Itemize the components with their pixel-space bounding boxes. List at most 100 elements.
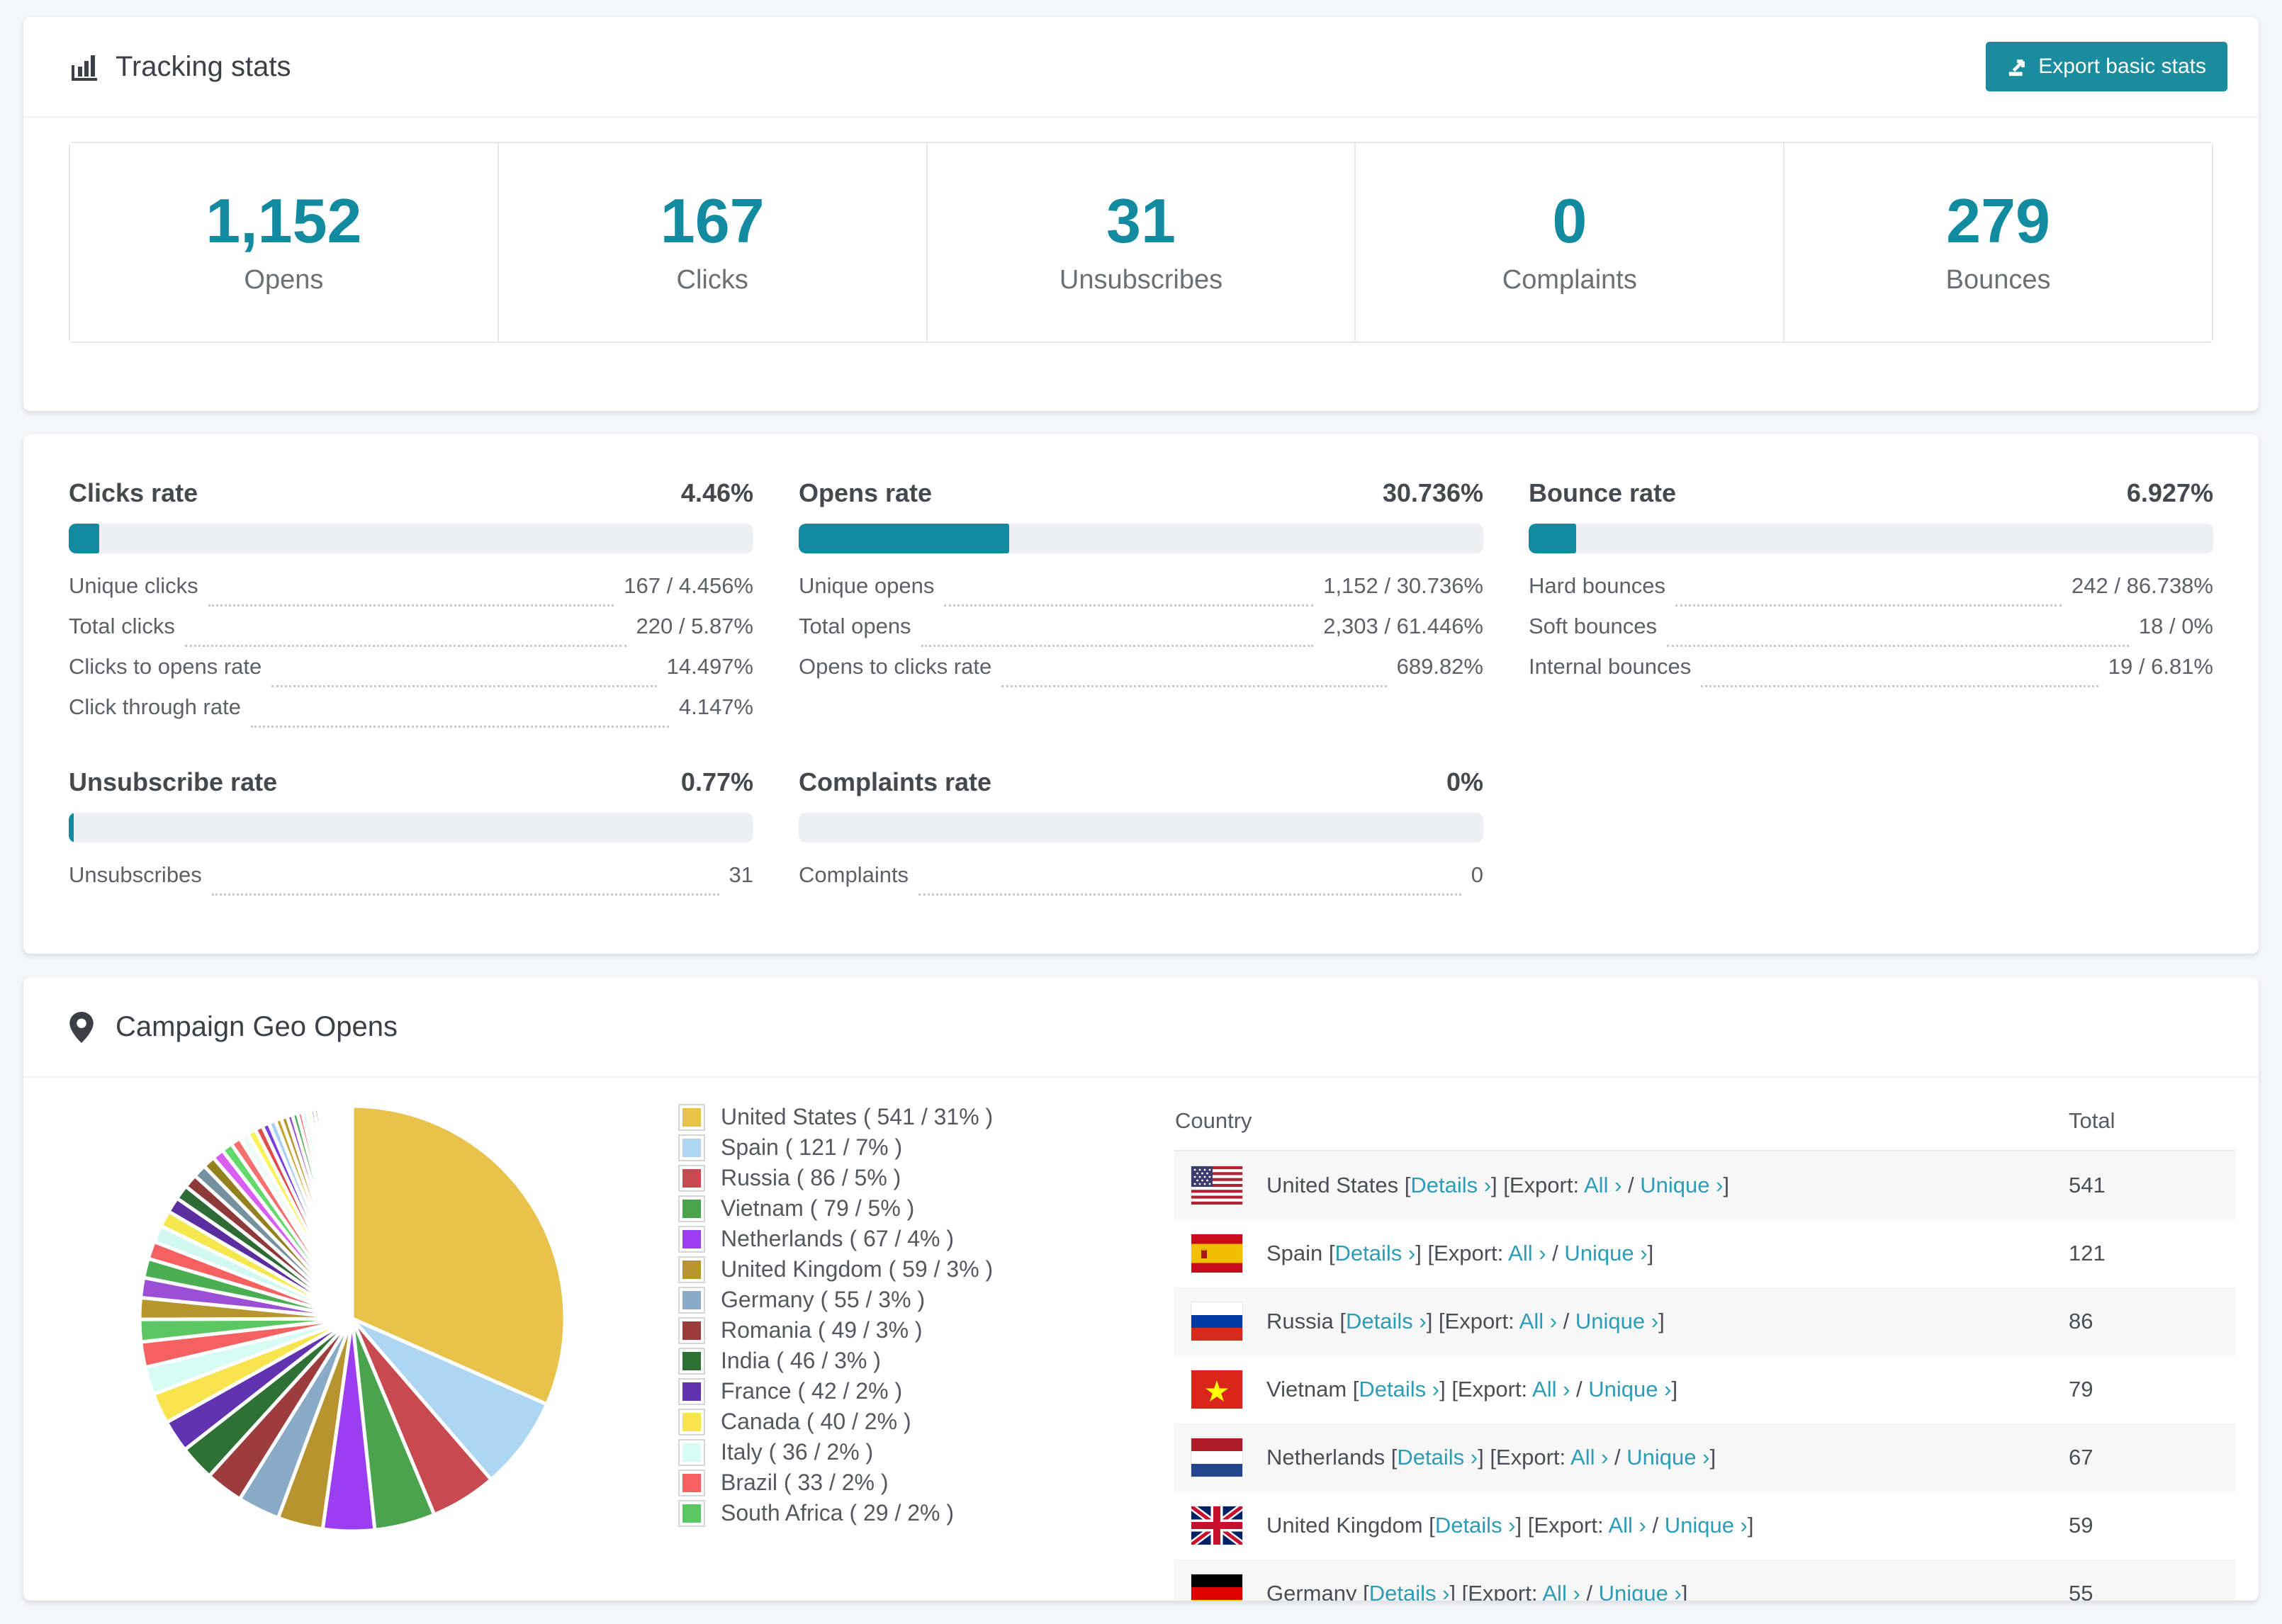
rate-row-value: 689.82% — [1396, 654, 1483, 679]
rate-row-value: 242 / 86.738% — [2072, 573, 2213, 598]
legend-item-vietnam[interactable]: Vietnam ( 79 / 5% ) — [678, 1193, 1075, 1224]
details-link[interactable]: Details › — [1397, 1445, 1478, 1470]
rate-row: Unsubscribes 31 — [69, 862, 753, 903]
export-unique-link[interactable]: Unique › — [1665, 1513, 1748, 1538]
dotted-leader — [208, 604, 614, 607]
country-cell: Vietnam [Details ›] [Export: All › / Uni… — [1174, 1355, 2068, 1423]
rate-rows: Complaints 0 — [799, 862, 1483, 903]
stat-box-clicks: 167 Clicks — [498, 143, 928, 342]
legend-item-canada[interactable]: Canada ( 40 / 2% ) — [678, 1406, 1075, 1437]
stats-summary-row: 1,152 Opens 167 Clicks 31 Unsubscribes 0 Compla… — [69, 142, 2213, 343]
legend-swatch-fill — [682, 1107, 701, 1127]
export-all-link[interactable]: All › — [1508, 1241, 1546, 1265]
country-name: United Kingdom [ — [1266, 1513, 1435, 1538]
dotted-leader — [1001, 685, 1387, 687]
legend-item-united-kingdom[interactable]: United Kingdom ( 59 / 3% ) — [678, 1254, 1075, 1285]
details-link[interactable]: Details › — [1346, 1309, 1427, 1333]
country-cell-inner: Spain [Details ›] [Export: All › / Uniqu… — [1191, 1234, 2067, 1273]
legend-swatch — [678, 1469, 705, 1496]
rate-value: 30.736% — [1382, 478, 1483, 507]
rate-block-unsubscribe-rate: Unsubscribe rate 0.77% Unsubscribes 31 — [69, 767, 753, 903]
stat-value: 1,152 — [206, 185, 362, 256]
legend-swatch — [678, 1103, 705, 1131]
legend-item-russia[interactable]: Russia ( 86 / 5% ) — [678, 1163, 1075, 1193]
stat-label: Opens — [244, 264, 324, 295]
table-row-nl: Netherlands [Details ›] [Export: All › /… — [1174, 1423, 2236, 1492]
country-links-text: Netherlands [Details ›] [Export: All › /… — [1266, 1445, 1716, 1470]
details-link[interactable]: Details › — [1435, 1513, 1516, 1538]
export-unique-link[interactable]: Unique › — [1640, 1173, 1723, 1197]
country-links-text: United Kingdom [Details ›] [Export: All … — [1266, 1513, 1754, 1538]
legend-item-france[interactable]: France ( 42 / 2% ) — [678, 1376, 1075, 1406]
rate-value: 0% — [1446, 767, 1483, 796]
rate-rows: Unique clicks 167 / 4.456% Total clicks 220… — [69, 573, 753, 735]
export-unique-link[interactable]: Unique › — [1588, 1377, 1671, 1402]
details-link[interactable]: Details › — [1335, 1241, 1416, 1265]
country-cell: Netherlands [Details ›] [Export: All › /… — [1174, 1423, 2068, 1492]
legend-swatch-fill — [682, 1351, 701, 1370]
details-link[interactable]: Details › — [1410, 1173, 1491, 1197]
export-all-link[interactable]: All › — [1532, 1377, 1570, 1402]
legend-item-italy[interactable]: Italy ( 36 / 2% ) — [678, 1437, 1075, 1467]
campaign-overview-page: Tracking stats Export basic stats 1,152 O… — [0, 0, 2282, 1624]
slash-separator: / — [1557, 1309, 1575, 1333]
legend-swatch — [678, 1408, 705, 1436]
rate-row-label: Total clicks — [69, 614, 175, 638]
legend-item-spain[interactable]: Spain ( 121 / 7% ) — [678, 1132, 1075, 1163]
legend-item-south-africa[interactable]: South Africa ( 29 / 2% ) — [678, 1498, 1075, 1528]
rate-row: Total opens 2,303 / 61.446% — [799, 614, 1483, 654]
legend-item-germany[interactable]: Germany ( 55 / 3% ) — [678, 1285, 1075, 1315]
export-all-link[interactable]: All › — [1608, 1513, 1646, 1538]
dotted-leader — [271, 685, 657, 687]
details-link[interactable]: Details › — [1369, 1581, 1450, 1601]
rate-row: Complaints 0 — [799, 862, 1483, 903]
country-cell-inner: United Kingdom [Details ›] [Export: All … — [1191, 1506, 2067, 1545]
stat-value: 279 — [1946, 185, 2050, 256]
rate-title: Clicks rate — [69, 478, 198, 507]
upload-icon — [2007, 56, 2028, 77]
rate-row-label: Total opens — [799, 614, 911, 638]
closing-bracket: ] — [1709, 1445, 1716, 1470]
progress-fill — [69, 524, 100, 553]
progress-fill — [1529, 524, 1576, 553]
dotted-leader — [944, 604, 1314, 607]
stat-label: Unsubscribes — [1059, 264, 1223, 295]
country-cell-inner: Russia [Details ›] [Export: All › / Uniq… — [1191, 1302, 2067, 1341]
total-cell: 86 — [2068, 1287, 2236, 1355]
export-basic-stats-button[interactable]: Export basic stats — [1986, 42, 2227, 91]
legend-swatch-fill — [682, 1382, 701, 1401]
export-unique-link[interactable]: Unique › — [1564, 1241, 1647, 1265]
legend-item-netherlands[interactable]: Netherlands ( 67 / 4% ) — [678, 1224, 1075, 1254]
rate-row: Internal bounces 19 / 6.81% — [1529, 654, 2213, 694]
export-unique-link[interactable]: Unique › — [1626, 1445, 1709, 1470]
slash-separator: / — [1646, 1513, 1665, 1538]
country-links-text: Russia [Details ›] [Export: All › / Uniq… — [1266, 1309, 1665, 1334]
geo-legend: United States ( 541 / 31% ) Spain ( 121 /… — [678, 1092, 1075, 1601]
export-all-link[interactable]: All › — [1584, 1173, 1621, 1197]
legend-item-brazil[interactable]: Brazil ( 33 / 2% ) — [678, 1467, 1075, 1498]
legend-item-romania[interactable]: Romania ( 49 / 3% ) — [678, 1315, 1075, 1346]
legend-label: Canada ( 40 / 2% ) — [721, 1409, 911, 1434]
export-all-link[interactable]: All › — [1570, 1445, 1608, 1470]
rate-title: Unsubscribe rate — [69, 767, 278, 796]
legend-swatch — [678, 1377, 705, 1405]
country-flag-icon-de — [1191, 1574, 1242, 1601]
legend-label: India ( 46 / 3% ) — [721, 1348, 881, 1373]
country-flag-icon-ru — [1191, 1302, 1242, 1341]
legend-item-india[interactable]: India ( 46 / 3% ) — [678, 1346, 1075, 1376]
export-all-link[interactable]: All › — [1519, 1309, 1557, 1333]
rate-row-value: 220 / 5.87% — [636, 614, 753, 638]
legend-item-united-states[interactable]: United States ( 541 / 31% ) — [678, 1102, 1075, 1132]
geo-pie-chart — [125, 1092, 579, 1545]
legend-swatch-fill — [682, 1229, 701, 1248]
slash-separator: / — [1580, 1581, 1599, 1601]
export-prefix: ] [Export: — [1426, 1309, 1519, 1333]
legend-swatch — [678, 1438, 705, 1466]
export-unique-link[interactable]: Unique › — [1575, 1309, 1658, 1333]
export-unique-link[interactable]: Unique › — [1599, 1581, 1682, 1601]
details-link[interactable]: Details › — [1359, 1377, 1439, 1402]
tracking-stats-title: Tracking stats — [116, 50, 291, 82]
rate-row: Total clicks 220 / 5.87% — [69, 614, 753, 654]
export-all-link[interactable]: All › — [1542, 1581, 1580, 1601]
export-prefix: ] [Export: — [1439, 1377, 1533, 1402]
